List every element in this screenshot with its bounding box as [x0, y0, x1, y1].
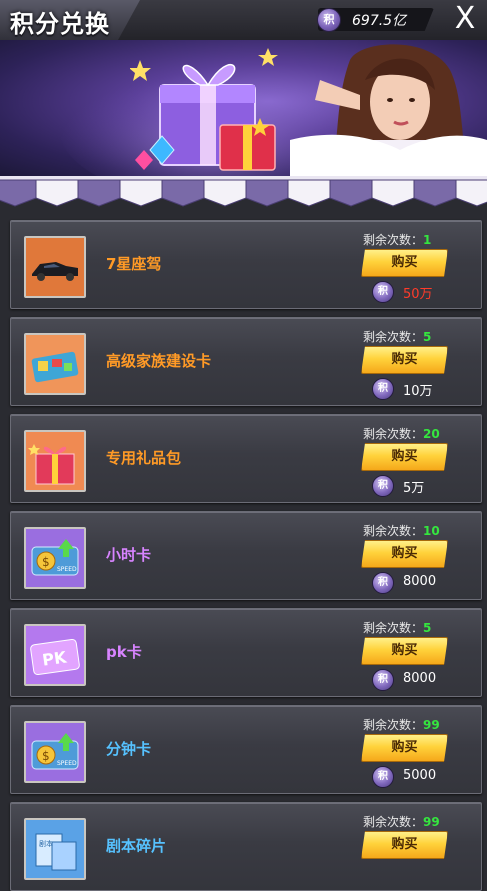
awning-scallop [77, 179, 121, 207]
remaining-count: 剩余次数：99 [363, 716, 440, 733]
remaining-label: 剩余次数： [363, 427, 424, 441]
remaining-value: 99 [423, 815, 440, 829]
awning-scallop [329, 179, 373, 207]
svg-text:SPEED: SPEED [57, 760, 77, 767]
points-coin-icon: 积 [372, 766, 394, 788]
remaining-value: 20 [423, 427, 440, 441]
remaining-count: 剩余次数：1 [363, 231, 431, 248]
buy-button[interactable]: 购买 [361, 249, 448, 277]
promo-banner [0, 40, 487, 176]
buy-button[interactable]: 购买 [361, 443, 448, 471]
exchange-item: 高级家族建设卡 剩余次数：5 购买积 10万 [10, 317, 482, 406]
svg-text:SPEED: SPEED [57, 566, 77, 573]
points-coin-icon: 积 [372, 669, 394, 691]
remaining-count: 剩余次数：5 [363, 619, 431, 636]
awning-scallop [0, 179, 37, 207]
awning-scallop [161, 179, 205, 207]
remaining-count: 剩余次数：99 [363, 813, 440, 830]
item-name: 分钟卡 [106, 740, 152, 758]
awning-scallop [119, 179, 163, 207]
remaining-value: 99 [423, 718, 440, 732]
remaining-count: 剩余次数：10 [363, 522, 440, 539]
remaining-count: 剩余次数：20 [363, 425, 440, 442]
speed-card-icon: $ SPEED [24, 721, 86, 783]
item-name: 高级家族建设卡 [106, 352, 212, 370]
item-price: 8000 [403, 574, 437, 589]
script-fragment-icon: 剧本 [24, 818, 86, 880]
svg-text:$: $ [42, 555, 50, 569]
exchange-item: $ SPEED 小时卡 剩余次数：10 购买积 8000 [10, 511, 482, 600]
remaining-value: 1 [423, 233, 432, 247]
exchange-item: 7星座驾 剩余次数：1 购买积 50万 [10, 220, 482, 309]
buy-button[interactable]: 购买 [361, 734, 448, 762]
construction-card-icon [24, 333, 86, 395]
item-price: 8000 [403, 671, 437, 686]
item-name: 剧本碎片 [106, 837, 167, 855]
remaining-value: 5 [423, 621, 432, 635]
gift-box-icon [130, 48, 278, 171]
points-coin-icon: 积 [372, 572, 394, 594]
item-name: pk卡 [106, 643, 142, 661]
remaining-label: 剩余次数： [363, 718, 424, 732]
gift-pack-icon [24, 430, 86, 492]
remaining-label: 剩余次数： [363, 815, 424, 829]
awning-scallop [287, 179, 331, 207]
points-coin-icon: 积 [372, 378, 394, 400]
awning-scallop [413, 179, 457, 207]
buy-button[interactable]: 购买 [361, 831, 448, 859]
points-balance-value: 697.5亿 [352, 13, 407, 29]
exchange-item: $ SPEED 分钟卡 剩余次数：99 购买积 5000 [10, 705, 482, 794]
remaining-count: 剩余次数：5 [363, 328, 431, 345]
svg-text:剧本: 剧本 [39, 839, 53, 848]
item-price: 5万 [403, 481, 425, 496]
points-coin-icon: 积 [372, 281, 394, 303]
points-coin-icon: 积 [372, 475, 394, 497]
remaining-label: 剩余次数： [363, 233, 424, 247]
hostess-illustration [290, 44, 487, 176]
star-icon [130, 60, 151, 81]
svg-text:PK: PK [41, 647, 68, 669]
remaining-label: 剩余次数： [363, 621, 424, 635]
item-name: 小时卡 [106, 546, 152, 564]
item-price: 50万 [403, 287, 433, 302]
remaining-label: 剩余次数： [363, 524, 424, 538]
awning-scallop [455, 179, 487, 207]
awning-scallop [245, 179, 289, 207]
svg-text:$: $ [42, 749, 50, 763]
buy-button[interactable]: 购买 [361, 637, 448, 665]
awning-scallop [35, 179, 79, 207]
close-button[interactable]: X [448, 2, 482, 36]
buy-button[interactable]: 购买 [361, 346, 448, 374]
item-price: 10万 [403, 384, 433, 399]
car-icon [24, 236, 86, 298]
remaining-value: 10 [423, 524, 440, 538]
awning-divider [0, 176, 487, 207]
points-coin-icon: 积 [317, 8, 341, 32]
page-title: 积分兑换 [10, 10, 110, 38]
awning-scallop [203, 179, 247, 207]
item-price: 5000 [403, 768, 437, 783]
speed-card-icon: $ SPEED [24, 527, 86, 589]
item-name: 专用礼品包 [106, 449, 182, 467]
awning-scallop [371, 179, 415, 207]
pk-card-icon: PK [24, 624, 86, 686]
exchange-item: 专用礼品包 剩余次数：20 购买积 5万 [10, 414, 482, 503]
exchange-item: 剧本 剧本碎片 剩余次数：99 购买 [10, 802, 482, 891]
remaining-label: 剩余次数： [363, 330, 424, 344]
exchange-item: PK pk卡 剩余次数：5 购买积 8000 [10, 608, 482, 697]
top-bar: 积分兑换 积 697.5亿 X [0, 0, 487, 41]
remaining-value: 5 [423, 330, 432, 344]
item-name: 7星座驾 [106, 255, 162, 273]
buy-button[interactable]: 购买 [361, 540, 448, 568]
